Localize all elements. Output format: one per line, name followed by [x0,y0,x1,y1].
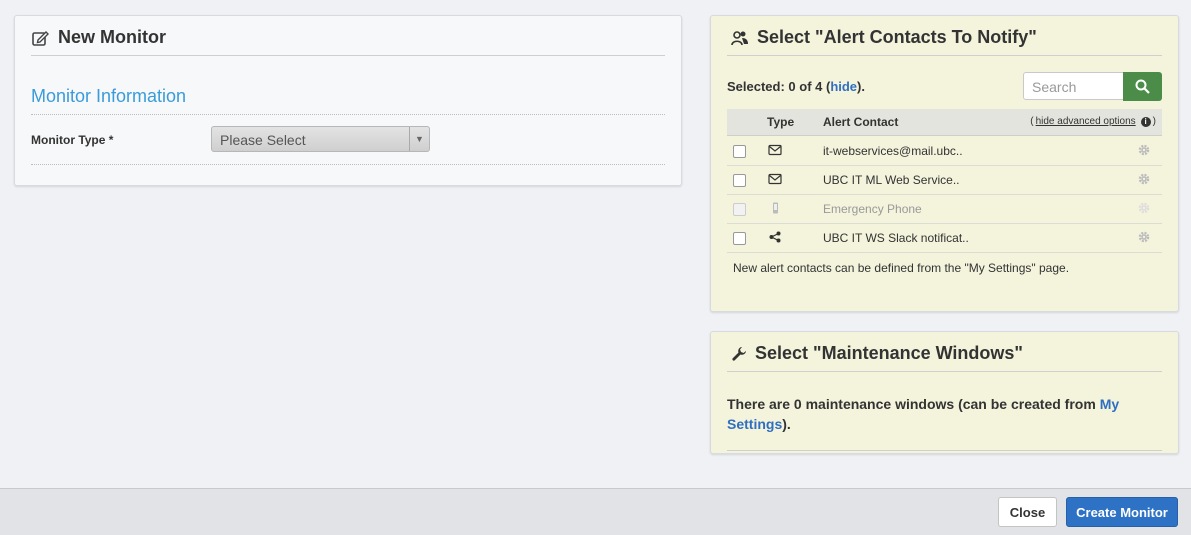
contact-name: Emergency Phone [823,202,922,216]
alert-contact-row: Emergency Phone [727,194,1162,224]
hide-link[interactable]: hide [830,79,857,94]
gear-icon[interactable] [1138,231,1150,243]
alert-contact-row: it-webservices@mail.ubc.. [727,136,1162,166]
maintenance-message: There are 0 maintenance windows (can be … [727,394,1147,434]
gear-icon[interactable] [1138,173,1150,185]
contact-checkbox [733,203,746,216]
new-monitor-header: New Monitor [32,27,166,48]
info-icon[interactable]: i [1140,116,1151,127]
maintenance-windows-panel: Select "Maintenance Windows" There are 0… [710,331,1179,454]
edit-icon [32,30,49,46]
alert-contact-row: UBC IT WS Slack notificat.. [727,223,1162,253]
contact-checkbox[interactable] [733,232,746,245]
hide-advanced-options-link[interactable]: hide advanced options [1036,116,1136,127]
contact-checkbox[interactable] [733,174,746,187]
search-button[interactable] [1123,72,1162,101]
field-divider [31,164,665,165]
gear-icon[interactable] [1138,144,1150,156]
alert-contacts-title: Select "Alert Contacts To Notify" [757,27,1037,47]
header-divider [31,55,665,56]
create-monitor-button[interactable]: Create Monitor [1066,497,1178,527]
envelope-icon [768,144,782,156]
contact-checkbox[interactable] [733,145,746,158]
column-alert-contact: Alert Contact [823,115,899,129]
new-monitor-title: New Monitor [58,27,166,47]
alert-contacts-panel: Select "Alert Contacts To Notify" Select… [710,15,1179,312]
selected-count-text: Selected: 0 of 4 ( [727,79,831,94]
contact-name: UBC IT WS Slack notificat.. [823,231,969,245]
alert-header-divider [727,55,1162,56]
alert-contacts-header: Select "Alert Contacts To Notify" [731,27,1037,48]
gear-icon [1138,202,1150,214]
contact-name: UBC IT ML Web Service.. [823,173,960,187]
wrench-icon [732,346,746,361]
search-icon [1135,79,1150,94]
section-divider [31,114,665,115]
share-icon [769,231,781,243]
advanced-options-toggle[interactable]: (hide advanced options i) [1030,116,1156,127]
selected-count-suffix: ). [857,79,865,94]
maintenance-header: Select "Maintenance Windows" [731,343,1023,364]
contact-name: it-webservices@mail.ubc.. [823,144,963,158]
monitor-type-label: Monitor Type * [31,133,114,147]
chevron-down-icon: ▼ [409,127,429,151]
maintenance-text: There are 0 maintenance windows (can be … [727,396,1100,412]
monitor-type-select[interactable]: Please Select ▼ [211,126,430,152]
search-input[interactable]: Search [1023,72,1124,100]
close-button[interactable]: Close [998,497,1057,527]
maintenance-text-end: ). [782,416,791,432]
monitor-information-heading: Monitor Information [31,86,187,106]
envelope-icon [768,173,782,185]
alert-contacts-note: New alert contacts can be defined from t… [733,261,1070,275]
advanced-paren-close: ) [1152,116,1156,127]
advanced-paren-open: ( [1030,116,1034,127]
monitor-type-value: Please Select [220,132,306,148]
maintenance-title: Select "Maintenance Windows" [755,343,1023,363]
alert-contact-row: UBC IT ML Web Service.. [727,165,1162,195]
alert-table-header: Type Alert Contact (hide advanced option… [727,109,1162,136]
new-monitor-panel: New Monitor Monitor Information Monitor … [14,15,682,186]
maintenance-header-divider [727,371,1162,372]
maintenance-bottom-divider [727,450,1162,451]
modal-footer: Close Create Monitor [0,488,1191,535]
column-type: Type [767,115,795,129]
users-icon [731,30,748,45]
selected-count: Selected: 0 of 4 (hide). [727,79,865,94]
mobile-phone-icon [773,202,778,214]
